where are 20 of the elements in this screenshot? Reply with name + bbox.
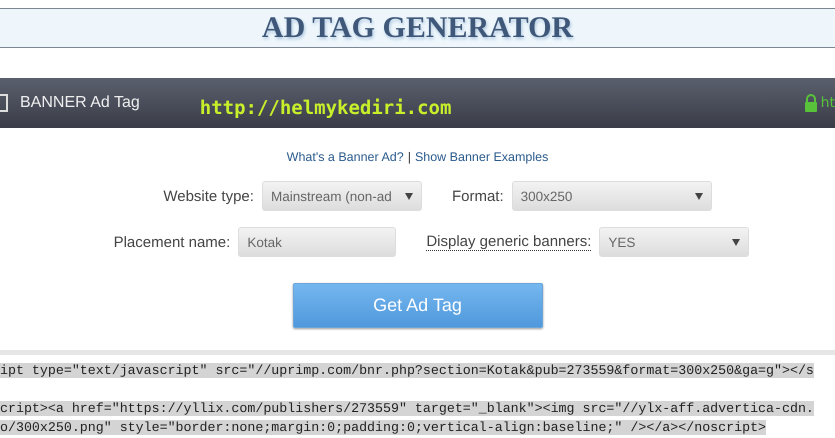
link[interactable]: What's a Banner Ad? — [286, 150, 404, 164]
dropdown[interactable]: 300x250 — [512, 181, 712, 211]
get-ad-tag-button[interactable]: Get Ad Tag — [292, 283, 542, 328]
field-label: Display generic banners: — [426, 233, 592, 251]
page-title: AD TAG GENERATOR — [262, 11, 574, 45]
caret-icon — [404, 192, 413, 200]
caret-icon — [694, 192, 703, 200]
lock-icon — [804, 94, 818, 112]
link[interactable]: Show Banner Examples — [414, 150, 548, 164]
dropdown[interactable]: Mainstream (non-ad — [262, 181, 422, 211]
caret-icon — [732, 238, 740, 246]
website-url: http://helmykediri.com — [200, 97, 452, 119]
secure-url: ht — [820, 95, 835, 111]
field-label: Placement name: — [114, 234, 230, 250]
separator: | — [408, 150, 411, 164]
input-field[interactable]: Kotak — [238, 227, 396, 257]
panel-title: BANNER Ad Tag — [20, 94, 140, 112]
field-label: Format: — [452, 188, 504, 204]
field-label: Website type: — [163, 188, 254, 204]
dropdown[interactable]: YES — [599, 227, 750, 257]
